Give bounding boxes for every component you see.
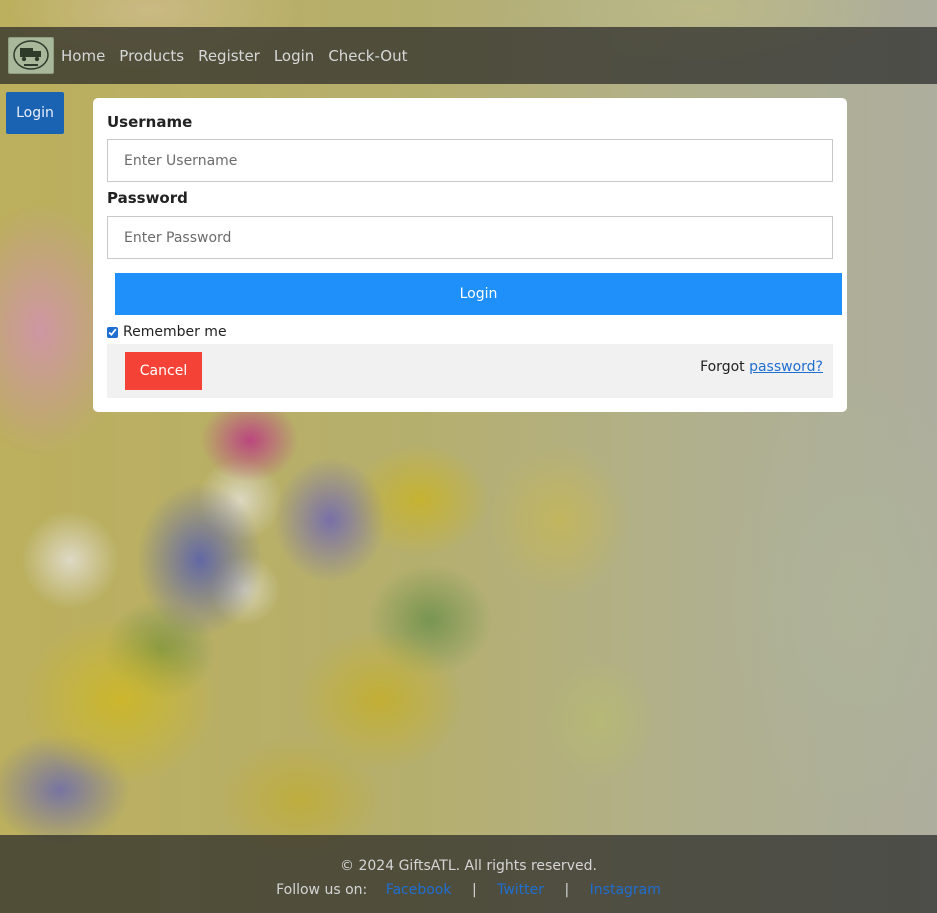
login-card: Username Password Login Remember me Canc… — [93, 98, 847, 412]
forgot-prefix: Forgot — [700, 359, 745, 375]
facebook-link[interactable]: Facebook — [386, 882, 452, 898]
top-navbar: Home Products Register Login Check-Out — [0, 27, 937, 84]
cancel-button[interactable]: Cancel — [125, 352, 202, 390]
page-footer: © 2024 GiftsATL. All rights reserved. Fo… — [0, 835, 937, 913]
separator: | — [471, 882, 477, 898]
nav-home-link[interactable]: Home — [61, 47, 105, 65]
remember-me-checkbox[interactable] — [107, 326, 118, 338]
forgot-password-text: Forgot password? — [700, 359, 823, 375]
remember-me-label[interactable]: Remember me — [123, 324, 227, 340]
instagram-link[interactable]: Instagram — [590, 882, 661, 898]
separator: | — [564, 882, 570, 898]
form-footer-bar: Cancel Forgot password? — [107, 344, 833, 398]
login-submit-button[interactable]: Login — [115, 273, 842, 315]
follow-label: Follow us on: — [276, 882, 368, 898]
forgot-password-link[interactable]: password? — [749, 359, 823, 375]
username-input[interactable] — [107, 139, 833, 182]
nav-links: Home Products Register Login Check-Out — [61, 27, 421, 84]
nav-checkout-link[interactable]: Check-Out — [328, 47, 407, 65]
twitter-link[interactable]: Twitter — [497, 882, 544, 898]
nav-login-link[interactable]: Login — [274, 47, 314, 65]
nav-products-link[interactable]: Products — [119, 47, 184, 65]
password-label: Password — [107, 189, 188, 207]
nav-register-link[interactable]: Register — [198, 47, 260, 65]
username-label: Username — [107, 113, 193, 131]
password-input[interactable] — [107, 216, 833, 259]
open-login-button[interactable]: Login — [6, 92, 64, 134]
copyright-text: © 2024 GiftsATL. All rights reserved. — [340, 858, 597, 874]
social-links-row: Follow us on: Facebook | Twitter | Insta… — [0, 882, 937, 898]
logo[interactable] — [8, 37, 54, 74]
truck-logo-icon — [13, 40, 49, 70]
remember-me-row: Remember me — [107, 324, 227, 340]
